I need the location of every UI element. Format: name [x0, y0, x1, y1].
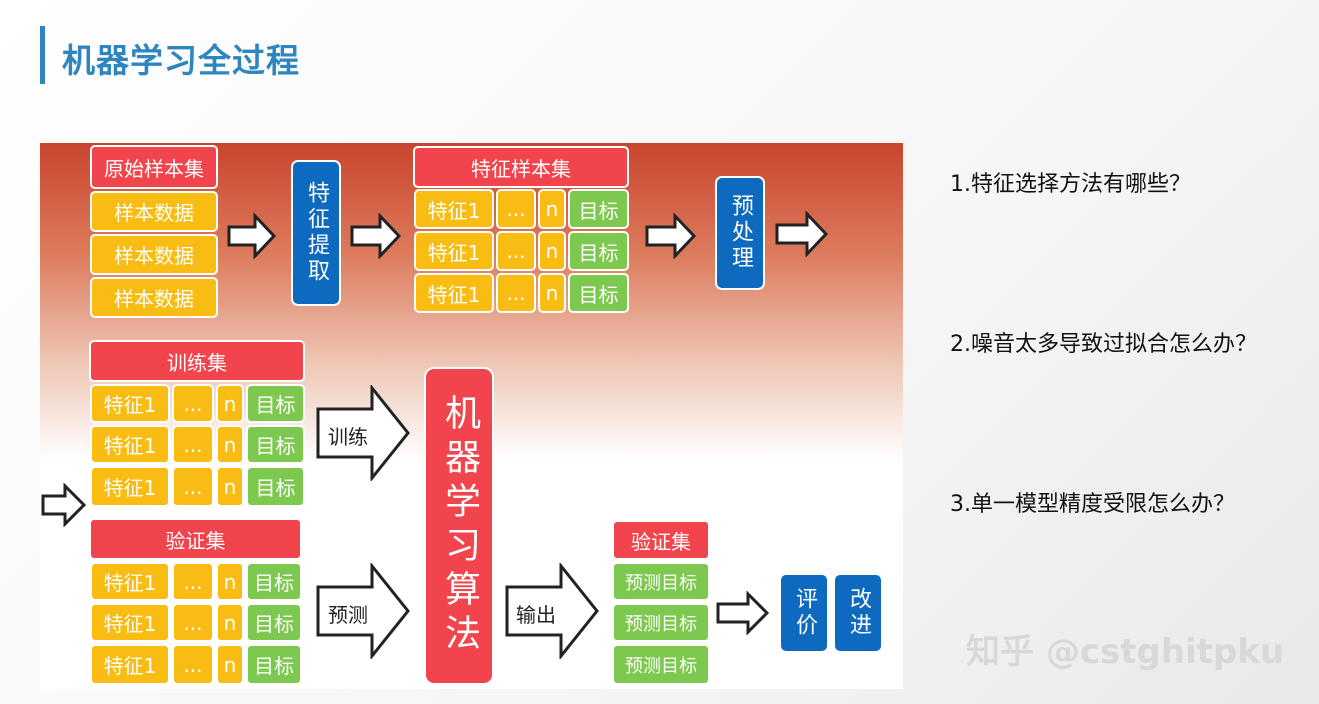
predicted-target-cell: 预测目标	[612, 603, 710, 642]
dots-cell: ...	[172, 466, 214, 507]
n-cell: n	[216, 425, 244, 464]
dots-cell: ...	[496, 189, 536, 229]
n-cell: n	[538, 273, 566, 313]
feature-cell: 特征1	[90, 603, 170, 642]
training-set-header: 训练集	[89, 340, 305, 382]
n-cell: n	[538, 189, 566, 229]
target-cell: 目标	[568, 189, 629, 229]
dots-cell: ...	[496, 231, 536, 271]
target-cell: 目标	[246, 425, 305, 464]
predict-arrow-label: 预测	[328, 603, 368, 627]
improve-box: 改进	[833, 573, 883, 653]
predicted-target-cell: 预测目标	[612, 562, 710, 601]
feature-extraction-box: 特征提取	[291, 160, 341, 306]
preprocessing-box: 预处理	[715, 176, 765, 290]
feature-cell: 特征1	[90, 562, 170, 601]
raw-sample-row: 样本数据	[90, 277, 218, 318]
feature-cell: 特征1	[414, 189, 494, 229]
output-arrow-label: 输出	[516, 603, 556, 627]
target-cell: 目标	[246, 603, 302, 642]
ml-process-diagram: 原始样本集 样本数据 样本数据 样本数据 特征提取 特征样本集 特征1 ... …	[40, 143, 903, 689]
target-cell: 目标	[246, 384, 305, 423]
raw-sample-row: 样本数据	[90, 234, 218, 275]
watermark: 知乎 @cstghitpku	[966, 632, 1285, 672]
dots-cell: ...	[172, 384, 214, 423]
arrow-right-icon	[775, 211, 829, 257]
predicted-target-cell: 预测目标	[612, 644, 710, 685]
target-cell: 目标	[246, 562, 302, 601]
n-cell: n	[216, 603, 244, 642]
dots-cell: ...	[172, 644, 214, 685]
arrow-right-icon	[227, 213, 277, 259]
feature-cell: 特征1	[90, 384, 170, 423]
raw-sample-row: 样本数据	[90, 191, 218, 232]
ml-algorithm-box: 机器学习算法	[424, 367, 494, 685]
raw-sample-set-header: 原始样本集	[90, 145, 218, 189]
question-item: 2.噪音太多导致过拟合怎么办？	[950, 332, 1257, 357]
feature-cell: 特征1	[414, 231, 494, 271]
target-cell: 目标	[568, 273, 629, 313]
target-cell: 目标	[246, 644, 302, 685]
output-validation-header: 验证集	[612, 520, 710, 560]
question-item: 1.特征选择方法有哪些？	[950, 172, 1191, 197]
target-cell: 目标	[246, 466, 305, 507]
n-cell: n	[216, 384, 244, 423]
arrow-right-icon	[41, 483, 87, 527]
feature-cell: 特征1	[90, 466, 170, 507]
target-cell: 目标	[568, 231, 629, 271]
title-accent-bar	[40, 26, 45, 84]
validation-set-header: 验证集	[89, 518, 302, 560]
n-cell: n	[216, 644, 244, 685]
arrow-right-icon	[716, 591, 770, 635]
feature-sample-set-header: 特征样本集	[413, 146, 629, 188]
feature-cell: 特征1	[90, 425, 170, 464]
dots-cell: ...	[172, 603, 214, 642]
train-arrow-label: 训练	[328, 425, 368, 449]
arrow-right-icon	[645, 213, 697, 259]
n-cell: n	[216, 562, 244, 601]
feature-cell: 特征1	[90, 644, 170, 685]
arrow-right-icon	[350, 213, 402, 259]
n-cell: n	[216, 466, 244, 507]
question-item: 3.单一模型精度受限怎么办？	[950, 492, 1235, 517]
feature-cell: 特征1	[414, 273, 494, 313]
dots-cell: ...	[172, 425, 214, 464]
dots-cell: ...	[172, 562, 214, 601]
evaluate-box: 评价	[779, 573, 829, 653]
n-cell: n	[538, 231, 566, 271]
slide-title: 机器学习全过程	[62, 41, 300, 80]
dots-cell: ...	[496, 273, 536, 313]
